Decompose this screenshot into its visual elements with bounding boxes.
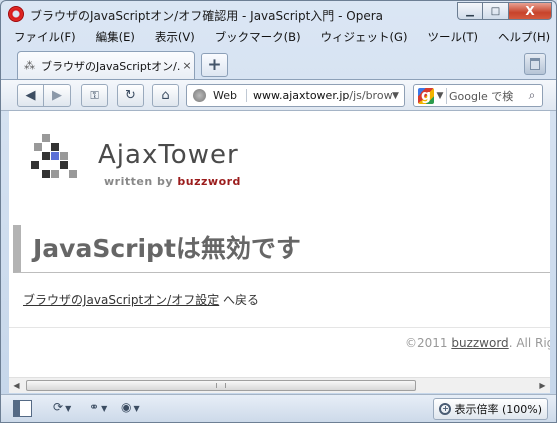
address-label: Web <box>213 89 247 102</box>
logo-square-icon <box>51 152 59 160</box>
footer: ©2011 buzzword. All Rights <box>405 336 550 350</box>
menu-widgets[interactable]: ウィジェット(G) <box>321 29 408 45</box>
logo-square-icon <box>60 152 68 160</box>
page-viewport: AjaxTower written by buzzword JavaScript… <box>9 111 550 377</box>
menu-help[interactable]: ヘルプ(H) <box>498 29 550 45</box>
footer-suffix: . All Rights <box>508 336 550 350</box>
url-host: www.ajaxtower.jp <box>252 89 350 102</box>
trash-icon[interactable] <box>524 53 546 75</box>
logo-square-icon <box>42 170 50 178</box>
browser-window: ブラウザのJavaScriptオン/オフ確認用 - JavaScript入門 -… <box>0 0 557 423</box>
logo-brand: buzzword <box>177 175 241 188</box>
menu-view[interactable]: 表示(V) <box>155 29 195 45</box>
window-title: ブラウザのJavaScriptオン/オフ確認用 - JavaScript入門 -… <box>30 9 383 23</box>
back-button[interactable]: ◀ <box>17 84 44 107</box>
tab-active[interactable]: ⁂ ブラウザのJavaScriptオン/... × <box>17 51 195 79</box>
key-icon[interactable]: ⚿ <box>81 84 108 107</box>
menu-tools[interactable]: ツール(T) <box>427 29 478 45</box>
page-icon: ⁂ <box>24 58 35 72</box>
zoom-button[interactable]: + 表示倍率 (100%) <box>433 398 548 420</box>
back-link[interactable]: ブラウザのJavaScriptオン/オフ設定 <box>23 293 219 307</box>
zoom-icon: + <box>439 403 452 415</box>
home-button[interactable]: ⌂ <box>152 84 179 107</box>
reload-button[interactable]: ↻ <box>117 84 144 107</box>
turbo-icon[interactable]: ◉ ▼ <box>121 400 140 418</box>
sync-icon[interactable]: ⟳ ▼ <box>53 400 71 418</box>
panel-toggle-icon[interactable] <box>13 400 32 417</box>
opera-logo-icon[interactable] <box>8 6 24 22</box>
logo-square-icon <box>69 170 77 178</box>
ajaxtower-logo[interactable]: AjaxTower written by buzzword <box>31 134 271 190</box>
divider <box>9 327 550 328</box>
address-field[interactable]: Web www.ajaxtower.jp/js/brows ▼ <box>186 84 405 107</box>
minimize-button[interactable]: ▁ <box>457 2 483 20</box>
tab-bar: ⁂ ブラウザのJavaScriptオン/... × + <box>1 49 556 79</box>
maximize-button[interactable]: □ <box>483 2 509 20</box>
window-controls: ▁ □ X <box>457 2 552 21</box>
close-button[interactable]: X <box>509 2 552 20</box>
logo-square-icon <box>42 152 50 160</box>
back-line: ブラウザのJavaScriptオン/オフ設定 へ戻る <box>23 291 259 308</box>
logo-square-icon <box>51 143 59 151</box>
title-bar: ブラウザのJavaScriptオン/オフ確認用 - JavaScript入門 -… <box>1 1 556 27</box>
scroll-left-icon[interactable]: ◀ <box>9 378 24 393</box>
footer-prefix: ©2011 <box>405 336 452 350</box>
search-field[interactable]: g ▼ Google で検 ⌕ <box>413 84 543 107</box>
tab-close-icon[interactable]: × <box>180 59 194 72</box>
logo-square-icon <box>31 161 39 169</box>
menu-edit[interactable]: 編集(E) <box>96 29 135 45</box>
navigation-toolbar: ◀ ▶ ⚿ ↻ ⌂ Web www.ajaxtower.jp/js/brows … <box>1 79 556 111</box>
scroll-right-icon[interactable]: ▶ <box>535 378 550 393</box>
google-icon[interactable]: g <box>418 87 434 104</box>
chevron-down-icon[interactable]: ▼ <box>392 91 404 101</box>
new-tab-button[interactable]: + <box>201 53 228 77</box>
logo-square-icon <box>42 134 50 142</box>
page-title: JavaScriptは無効です <box>13 225 550 273</box>
menu-file[interactable]: ファイル(F) <box>14 29 76 45</box>
search-input[interactable]: Google で検 <box>446 87 522 104</box>
back-suffix: へ戻る <box>219 293 260 307</box>
footer-link[interactable]: buzzword <box>451 336 508 350</box>
status-bar: ⟳ ▼ ⚭ ▼ ◉ ▼ + 表示倍率 (100%) <box>1 394 556 422</box>
logo-written-by: written by <box>104 175 174 188</box>
share-icon[interactable]: ⚭ ▼ <box>89 400 107 418</box>
search-icon[interactable]: ⌕ <box>522 88 542 103</box>
url-path: /js/brows <box>349 89 392 102</box>
globe-icon <box>193 89 206 102</box>
zoom-label: 表示倍率 (100%) <box>454 403 542 416</box>
scrollbar-thumb[interactable] <box>26 380 416 391</box>
logo-square-icon <box>51 170 59 178</box>
forward-button[interactable]: ▶ <box>44 84 71 107</box>
search-engine-chevron-icon[interactable]: ▼ <box>434 91 446 101</box>
tab-label: ブラウザのJavaScriptオン/... <box>41 59 180 73</box>
menu-bookmarks[interactable]: ブックマーク(B) <box>215 29 301 45</box>
horizontal-scrollbar[interactable]: ◀ ▶ <box>9 377 550 393</box>
address-url[interactable]: www.ajaxtower.jp/js/brows <box>247 89 392 102</box>
logo-square-icon <box>60 161 68 169</box>
logo-subtitle: written by buzzword <box>104 175 241 188</box>
menu-bar: ファイル(F) 編集(E) 表示(V) ブックマーク(B) ウィジェット(G) … <box>1 27 556 47</box>
logo-square-icon <box>34 143 42 151</box>
logo-text: AjaxTower <box>98 140 239 170</box>
